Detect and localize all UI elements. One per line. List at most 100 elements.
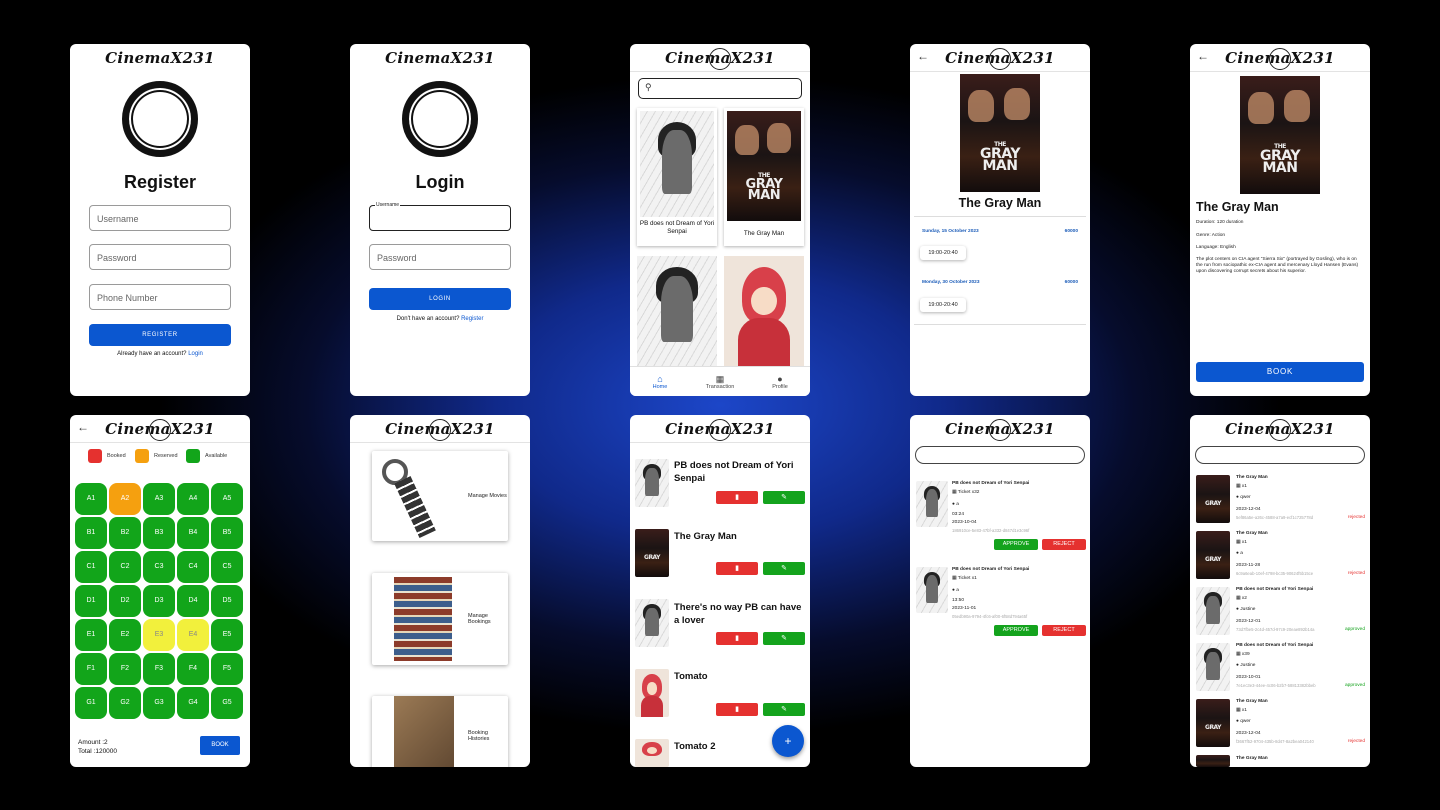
page-title: Register <box>123 172 197 192</box>
movie-poster: THE GRAY MAN <box>727 111 801 221</box>
seat[interactable]: D5 <box>211 585 243 617</box>
seat[interactable]: G4 <box>177 687 209 719</box>
nav-home[interactable]: ⌂ Home <box>635 374 685 390</box>
seat[interactable]: B5 <box>211 517 243 549</box>
showtime-chip[interactable]: 19:00-20:40 <box>920 298 966 312</box>
showtime-chip[interactable]: 19:00-20:40 <box>920 246 966 260</box>
history-date: 2023-10-01 <box>1236 675 1261 680</box>
movie-title: The Gray Man <box>958 196 1042 210</box>
pencil-icon: ✎ <box>781 494 787 501</box>
seat[interactable]: C5 <box>211 551 243 583</box>
delete-button[interactable]: ▮ <box>716 562 758 575</box>
movie-thumbnail <box>635 599 669 647</box>
manage-movies-card[interactable]: Manage Movies <box>372 451 508 541</box>
booking-approval-screen: CinemaX231 PB does not Dream of Yori Sen… <box>910 415 1090 767</box>
edit-button[interactable]: ✎ <box>763 703 805 716</box>
seat[interactable]: A2 <box>109 483 141 515</box>
search-input[interactable]: ⚲ <box>638 78 802 99</box>
seat[interactable]: G1 <box>75 687 107 719</box>
seat[interactable]: G5 <box>211 687 243 719</box>
back-arrow-icon[interactable]: ← <box>917 49 929 63</box>
seat[interactable]: B1 <box>75 517 107 549</box>
history-user: ● qwer <box>1236 495 1251 500</box>
edit-button[interactable]: ✎ <box>763 632 805 645</box>
seat[interactable]: D2 <box>109 585 141 617</box>
reject-button[interactable]: REJECT <box>1042 539 1086 550</box>
username-input[interactable]: Username <box>369 202 511 231</box>
login-button[interactable]: LOGIN <box>369 288 511 310</box>
seat[interactable]: C1 <box>75 551 107 583</box>
movie-card[interactable]: PB does not Dream of Yori Senpai <box>637 108 717 246</box>
seat[interactable]: F5 <box>211 653 243 685</box>
approve-button[interactable]: APPROVE <box>994 625 1038 636</box>
add-movie-fab[interactable]: + <box>772 725 804 757</box>
seat[interactable]: C3 <box>143 551 175 583</box>
seat[interactable]: F3 <box>143 653 175 685</box>
app-logo: CinemaX231 <box>385 49 495 67</box>
seat[interactable]: D4 <box>177 585 209 617</box>
search-input[interactable] <box>915 446 1085 464</box>
booking-histories-card[interactable]: Booking Histories <box>372 696 508 767</box>
books-icon <box>394 577 452 661</box>
seat[interactable]: C4 <box>177 551 209 583</box>
login-link[interactable]: Login <box>188 351 203 357</box>
book-button[interactable]: BOOK <box>1196 362 1364 382</box>
seat[interactable]: E3 <box>143 619 175 651</box>
history-date: 2023-12-04 <box>1236 731 1261 736</box>
seat[interactable]: G2 <box>109 687 141 719</box>
seat[interactable]: D3 <box>143 585 175 617</box>
register-link[interactable]: Register <box>461 316 483 322</box>
seat[interactable]: B2 <box>109 517 141 549</box>
delete-button[interactable]: ▮ <box>716 703 758 716</box>
book-button[interactable]: BOOK <box>200 736 240 755</box>
logo-ring-icon <box>709 48 731 70</box>
back-arrow-icon[interactable]: ← <box>77 420 89 434</box>
password-input[interactable]: Password <box>89 244 231 270</box>
delete-button[interactable]: ▮ <box>716 491 758 504</box>
search-input[interactable] <box>1195 446 1365 464</box>
back-arrow-icon[interactable]: ← <box>1197 49 1209 63</box>
status-badge: approved <box>1344 683 1365 688</box>
seat[interactable]: A4 <box>177 483 209 515</box>
booking-summary: Amount :2 Total :120000 <box>78 739 118 755</box>
seat[interactable]: F1 <box>75 653 107 685</box>
seat[interactable]: E2 <box>109 619 141 651</box>
seat[interactable]: B4 <box>177 517 209 549</box>
nav-transaction[interactable]: ▦ Transaction <box>695 374 745 390</box>
legend-reserved-swatch <box>135 449 149 463</box>
seat[interactable]: G3 <box>143 687 175 719</box>
seat[interactable]: D1 <box>75 585 107 617</box>
schedule-date: Monday, 30 October 2023 <box>922 280 980 285</box>
seat[interactable]: A1 <box>75 483 107 515</box>
nav-profile[interactable]: ● Profile <box>755 374 805 390</box>
register-button[interactable]: REGISTER <box>89 324 231 346</box>
seat[interactable]: B3 <box>143 517 175 549</box>
history-id: 6c9a6eab-10ef-4798-bc35-90624f5b15ce <box>1236 571 1314 576</box>
password-input[interactable]: Password <box>369 244 511 270</box>
seat[interactable]: A5 <box>211 483 243 515</box>
logo-ring-icon <box>1269 48 1291 70</box>
status-badge: rejected <box>1347 739 1365 744</box>
ticket-icon: ▦ <box>1236 540 1241 545</box>
movie-poster[interactable] <box>637 256 717 366</box>
delete-button[interactable]: ▮ <box>716 632 758 645</box>
movie-poster[interactable] <box>724 256 804 366</box>
approve-button[interactable]: APPROVE <box>994 539 1038 550</box>
seat[interactable]: E5 <box>211 619 243 651</box>
seat[interactable]: C2 <box>109 551 141 583</box>
manage-bookings-card[interactable]: Manage Bookings <box>372 573 508 665</box>
seat[interactable]: F2 <box>109 653 141 685</box>
seat[interactable]: F4 <box>177 653 209 685</box>
ticket-icon: ▦ <box>1236 484 1241 489</box>
history-id: 5ef86a5e-a26c-4588-a7a9-ecf1c725778d <box>1236 515 1314 520</box>
edit-button[interactable]: ✎ <box>763 562 805 575</box>
seat[interactable]: A3 <box>143 483 175 515</box>
edit-button[interactable]: ✎ <box>763 491 805 504</box>
username-input[interactable]: Username <box>89 205 231 231</box>
reject-button[interactable]: REJECT <box>1042 625 1086 636</box>
person-icon: ● <box>1236 551 1239 556</box>
seat[interactable]: E1 <box>75 619 107 651</box>
movie-card[interactable]: THE GRAY MAN The Gray Man <box>724 108 804 246</box>
seat[interactable]: E4 <box>177 619 209 651</box>
phone-number-input[interactable]: Phone Number <box>89 284 231 310</box>
